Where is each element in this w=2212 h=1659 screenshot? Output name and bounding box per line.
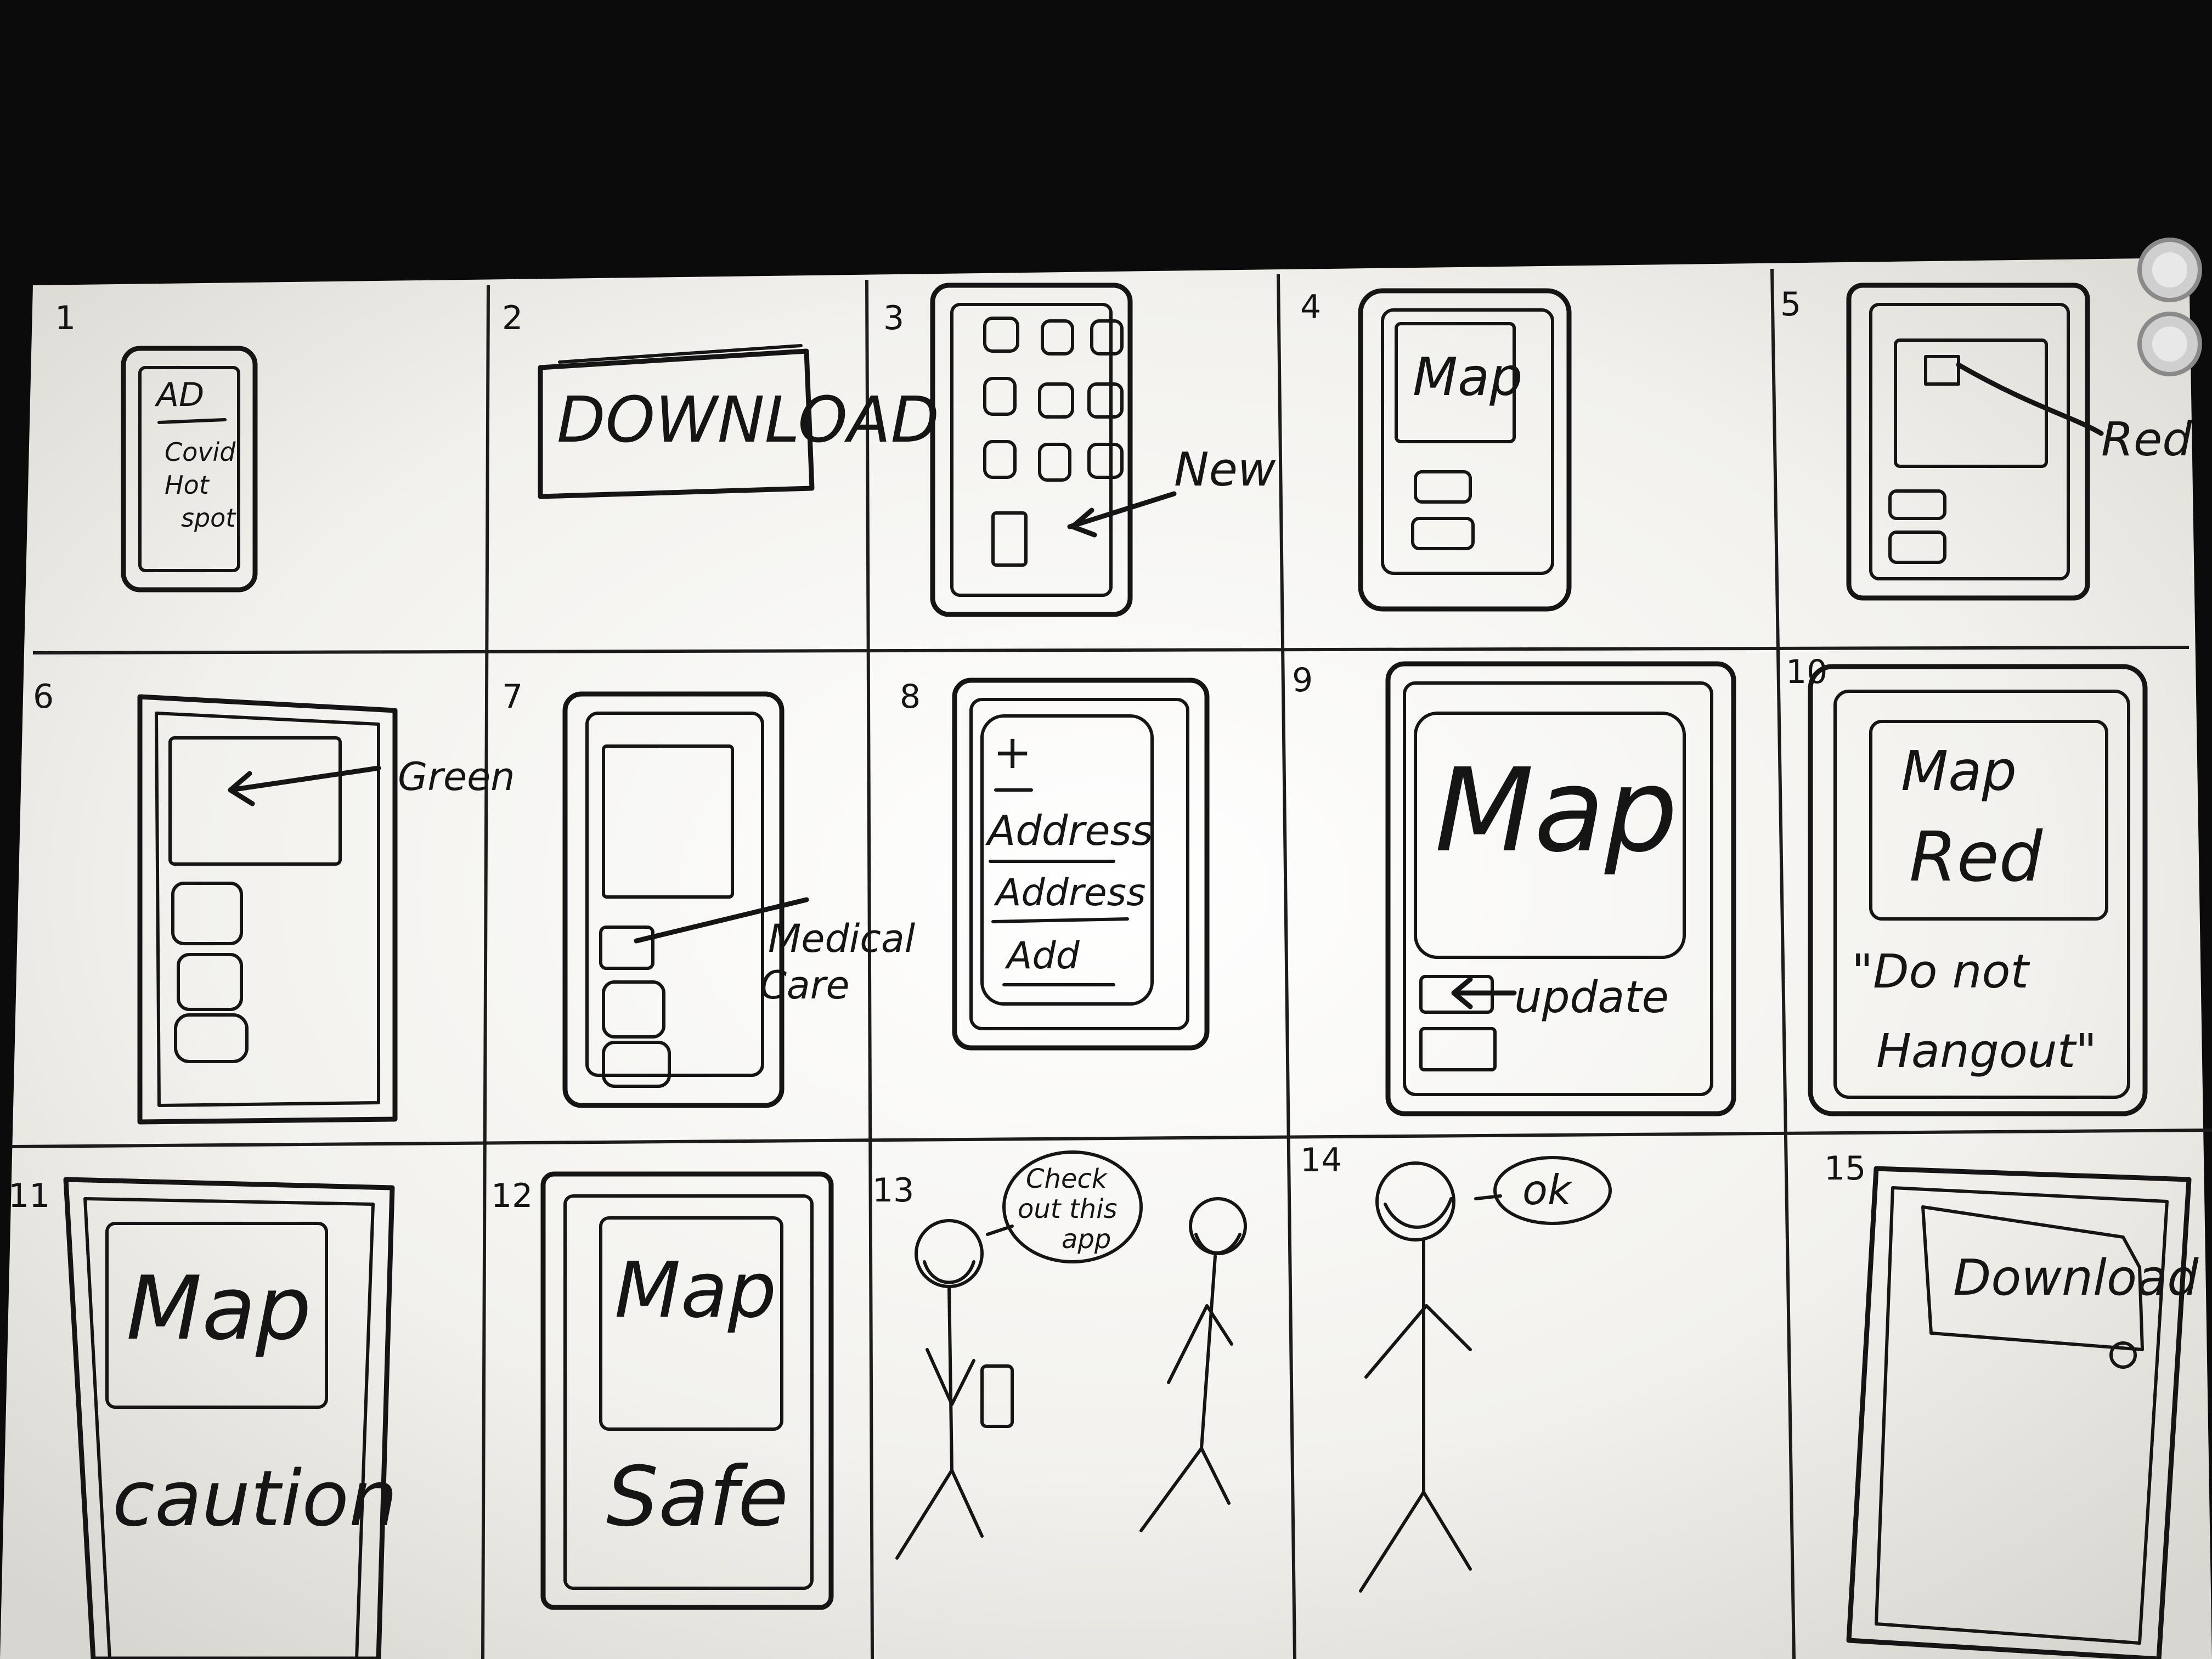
svg-text:app: app [1062, 1224, 1111, 1255]
svg-text:3: 3 [883, 299, 904, 337]
svg-text:+: + [993, 725, 1032, 780]
svg-text:caution: caution [112, 1454, 398, 1544]
svg-text:Care: Care [760, 963, 850, 1008]
svg-text:Add: Add [1005, 934, 1080, 978]
svg-text:9: 9 [1292, 661, 1313, 699]
svg-text:Safe: Safe [606, 1449, 788, 1545]
download-label: DOWNLOAD [557, 383, 939, 457]
svg-text:New: New [1174, 443, 1276, 497]
svg-text:6: 6 [33, 678, 54, 716]
svg-text:ok: ok [1522, 1166, 1573, 1214]
svg-text:Address: Address [985, 806, 1153, 855]
svg-text:Address: Address [994, 871, 1146, 915]
svg-text:4: 4 [1300, 288, 1321, 326]
svg-text:15: 15 [1824, 1149, 1866, 1188]
svg-text:Check: Check [1026, 1164, 1108, 1194]
svg-text:Download: Download [1953, 1249, 2199, 1307]
svg-text:2: 2 [502, 299, 523, 337]
svg-text:Map: Map [1901, 739, 2017, 803]
svg-text:Red: Red [1909, 817, 2043, 897]
svg-text:Map: Map [614, 1246, 776, 1335]
whiteboard-photo: 1 AD Covid Hot spot 2 DOWNLOAD 3 New 4 M… [0, 238, 2212, 1659]
svg-text:out this: out this [1018, 1194, 1117, 1224]
svg-text:14: 14 [1300, 1141, 1342, 1180]
svg-text:Hot: Hot [165, 470, 210, 500]
panel-number: 1 [55, 299, 76, 337]
svg-text:Map: Map [1435, 743, 1678, 878]
svg-text:Hangout": Hangout" [1876, 1024, 2097, 1079]
svg-text:8: 8 [900, 678, 921, 716]
svg-text:Covid: Covid [165, 437, 236, 467]
svg-text:Map: Map [126, 1257, 312, 1359]
svg-text:"Do not: "Do not [1852, 945, 2030, 999]
svg-text:5: 5 [1780, 285, 1801, 324]
svg-text:Red: Red [2101, 413, 2192, 467]
svg-text:13: 13 [872, 1171, 914, 1210]
svg-text:update: update [1514, 972, 1669, 1023]
svg-text:Map: Map [1413, 347, 1522, 408]
svg-text:7: 7 [502, 678, 523, 716]
svg-text:11: 11 [8, 1177, 50, 1215]
svg-text:Medical: Medical [768, 916, 916, 961]
svg-text:Green: Green [398, 754, 515, 799]
svg-text:spot: spot [181, 503, 236, 533]
svg-text:AD: AD [154, 376, 204, 414]
svg-text:12: 12 [491, 1177, 533, 1215]
